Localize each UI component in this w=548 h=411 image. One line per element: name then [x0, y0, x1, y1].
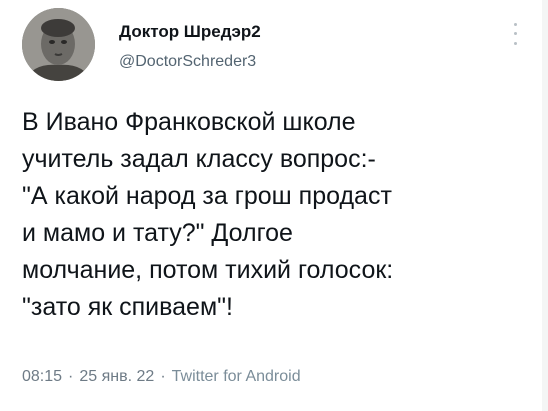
tweet-line: "А какой народ за грош продаст [22, 182, 392, 210]
tweet-line: и мамо и тату?" Долгое [22, 219, 293, 247]
more-options-icon[interactable] [510, 20, 520, 48]
tweet-line: учитель задал классу вопрос:- [22, 145, 376, 173]
separator: · [68, 368, 74, 385]
page-edge [542, 0, 548, 411]
dot [513, 41, 517, 45]
dot [513, 23, 517, 27]
dot [513, 32, 517, 36]
avatar-photo [22, 8, 95, 81]
author-handle[interactable]: @DoctorSchreder3 [119, 53, 256, 71]
tweet-meta: 08:15 · 25 янв. 22 · Twitter for Android [22, 368, 301, 386]
tweet-source-link[interactable]: Twitter for Android [172, 368, 301, 385]
tweet-line: молчание, потом тихий голосок: [22, 256, 394, 284]
tweet-text: В Ивано Франковской школе учитель задал … [22, 104, 537, 326]
tweet-line: В Ивано Франковской школе [22, 108, 356, 136]
author-display-name[interactable]: Доктор Шредэр2 [119, 22, 261, 42]
tweet-line: "зато як спиваем"! [22, 293, 233, 321]
avatar[interactable] [22, 8, 95, 81]
tweet-time[interactable]: 08:15 [22, 368, 62, 385]
tweet-date[interactable]: 25 янв. 22 [79, 368, 154, 385]
separator: · [160, 368, 166, 385]
